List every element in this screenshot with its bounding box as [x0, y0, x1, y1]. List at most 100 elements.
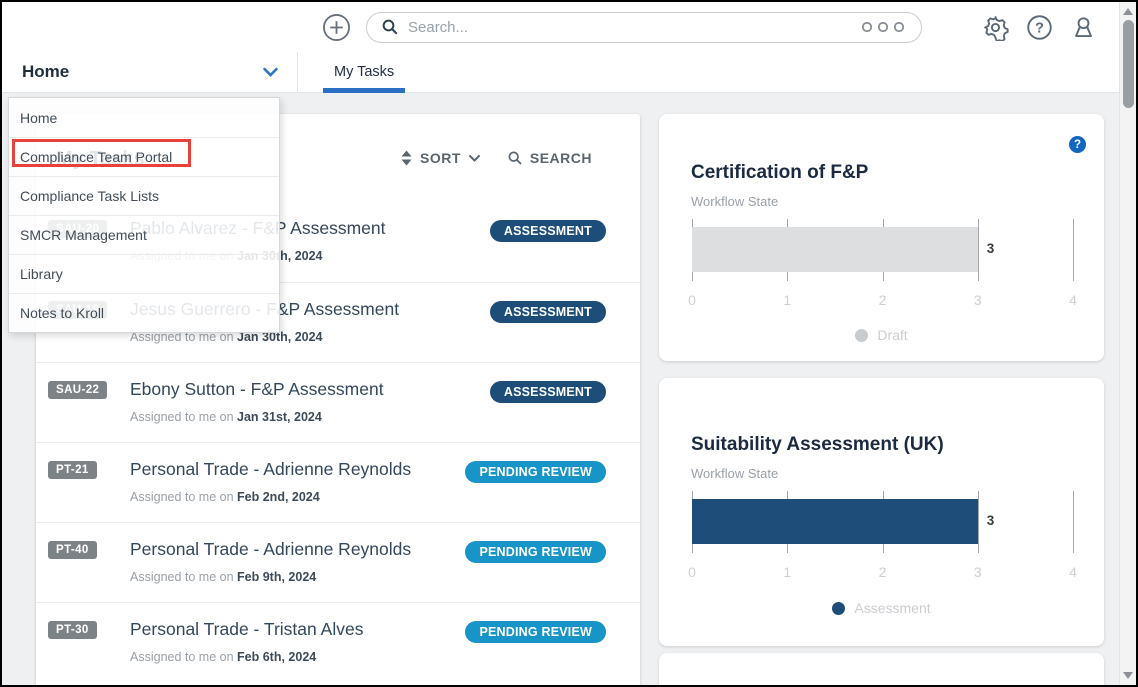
search-label: SEARCH: [530, 150, 592, 166]
status-badge: ASSESSMENT: [490, 220, 606, 242]
menu-item-library[interactable]: Library: [9, 254, 279, 293]
bar-chart-plot: 3: [692, 491, 1073, 553]
task-id-badge: SAU-22: [48, 381, 107, 399]
task-row[interactable]: PT-21 Personal Trade - Adrienne Reynolds…: [36, 442, 640, 522]
x-tick-label: 4: [1069, 564, 1077, 580]
chart-legend: Assessment: [659, 600, 1104, 616]
task-assigned-date: Feb 2nd, 2024: [237, 490, 320, 504]
axis-tick: [978, 491, 979, 553]
sort-chevron-down-icon: [468, 154, 481, 163]
sort-arrows-icon: [400, 150, 413, 166]
create-new-button[interactable]: [322, 13, 351, 42]
gear-icon: [982, 14, 1009, 41]
global-search-input[interactable]: Search...: [366, 12, 922, 43]
x-tick-label: 0: [688, 564, 696, 580]
search-icon: [381, 18, 399, 36]
help-button[interactable]: ?: [1026, 14, 1053, 41]
tab-my-tasks-label: My Tasks: [334, 64, 394, 80]
status-badge: PENDING REVIEW: [465, 541, 606, 563]
status-badge: PENDING REVIEW: [465, 621, 606, 643]
chart-subtitle: Workflow State: [691, 466, 778, 481]
chevron-down-icon: [262, 66, 279, 78]
bar-value-label: 3: [987, 513, 995, 528]
axis-tick: [1073, 219, 1074, 281]
x-tick-label: 4: [1069, 292, 1077, 308]
task-title: Personal Trade - Adrienne Reynolds: [130, 539, 411, 560]
more-options-icon: [859, 20, 907, 34]
x-tick-label: 0: [688, 292, 696, 308]
task-assigned-text: Assigned to me on Feb 6th, 2024: [130, 650, 316, 664]
search-control[interactable]: SEARCH: [507, 150, 592, 166]
menu-item-compliance-task-lists[interactable]: Compliance Task Lists: [9, 176, 279, 215]
list-search-icon: [507, 150, 523, 166]
nav-row: Home My Tasks: [2, 52, 1119, 93]
x-axis-labels: 0 1 2 3 4: [692, 564, 1073, 580]
top-bar: Search... ?: [2, 2, 1119, 52]
profile-button[interactable]: [1070, 14, 1097, 41]
user-icon: [1070, 14, 1097, 41]
advanced-search-button[interactable]: [859, 20, 907, 34]
chart-title: Certification of F&P: [691, 162, 868, 184]
menu-item-notes-to-kroll[interactable]: Notes to Kroll: [9, 293, 279, 332]
task-assigned-text: Assigned to me on Jan 31st, 2024: [130, 410, 322, 424]
legend-dot: [855, 329, 868, 342]
scroll-up-arrow-icon[interactable]: [1123, 8, 1133, 15]
task-assigned-text: Assigned to me on Feb 2nd, 2024: [130, 490, 320, 504]
x-tick-label: 2: [879, 564, 887, 580]
task-assigned-text: Assigned to me on Feb 9th, 2024: [130, 570, 316, 584]
task-id-badge: PT-40: [48, 541, 97, 559]
scroll-down-arrow-icon[interactable]: [1123, 672, 1133, 679]
axis-tick: [978, 219, 979, 281]
x-tick-label: 1: [783, 564, 791, 580]
bar-value-label: 3: [987, 241, 995, 256]
status-badge: PENDING REVIEW: [465, 461, 606, 483]
chart-card-suitability: Suitability Assessment (UK) Workflow Sta…: [659, 378, 1104, 646]
menu-item-home[interactable]: Home: [9, 98, 279, 137]
legend-dot: [832, 602, 845, 615]
legend-label: Assessment: [854, 600, 930, 616]
sort-label: SORT: [420, 150, 461, 166]
x-axis-labels: 0 1 2 3 4: [692, 292, 1073, 308]
x-tick-label: 3: [974, 564, 982, 580]
task-assigned-date: Feb 9th, 2024: [237, 570, 316, 584]
task-row[interactable]: SAU-22 Ebony Sutton - F&P Assessment Ass…: [36, 362, 640, 442]
sort-control[interactable]: SORT: [400, 150, 481, 166]
home-dropdown-label: Home: [22, 62, 69, 82]
x-tick-label: 1: [783, 292, 791, 308]
home-dropdown-trigger[interactable]: Home: [2, 52, 298, 92]
help-icon: ?: [1026, 14, 1053, 41]
search-placeholder: Search...: [408, 19, 859, 36]
chart-card-certification: ? Certification of F&P Workflow State 3 …: [659, 114, 1104, 361]
status-badge: ASSESSMENT: [490, 381, 606, 403]
task-title: Ebony Sutton - F&P Assessment: [130, 379, 384, 400]
task-title: Personal Trade - Tristan Alves: [130, 619, 363, 640]
plus-circle-icon: [322, 13, 351, 42]
legend-label: Draft: [877, 327, 907, 343]
task-assigned-date: Feb 6th, 2024: [237, 650, 316, 664]
bar: [692, 499, 978, 544]
task-assigned-date: Jan 31st, 2024: [237, 410, 322, 424]
chart-title: Suitability Assessment (UK): [691, 434, 944, 456]
task-row[interactable]: PT-30 Personal Trade - Tristan Alves Ass…: [36, 602, 640, 682]
settings-button[interactable]: [982, 14, 1009, 41]
task-id-badge: PT-30: [48, 621, 97, 639]
chart-help-icon[interactable]: ?: [1069, 136, 1086, 153]
bar: [692, 227, 978, 272]
scrollbar-thumb[interactable]: [1123, 20, 1134, 108]
task-id-badge: PT-21: [48, 461, 97, 479]
menu-item-smcr-management[interactable]: SMCR Management: [9, 215, 279, 254]
svg-text:?: ?: [1035, 20, 1044, 36]
home-dropdown-menu: Home Compliance Team Portal Compliance T…: [8, 97, 280, 333]
chart-subtitle: Workflow State: [691, 194, 778, 209]
x-tick-label: 3: [974, 292, 982, 308]
chart-legend: Draft: [659, 327, 1104, 343]
tab-my-tasks[interactable]: My Tasks: [323, 52, 405, 92]
chart-card-partial: [659, 653, 1104, 685]
axis-tick: [1073, 491, 1074, 553]
vertical-scrollbar[interactable]: [1119, 2, 1136, 685]
task-row[interactable]: PT-40 Personal Trade - Adrienne Reynolds…: [36, 522, 640, 602]
menu-item-compliance-team-portal[interactable]: Compliance Team Portal: [9, 137, 279, 176]
task-title: Personal Trade - Adrienne Reynolds: [130, 459, 411, 480]
status-badge: ASSESSMENT: [490, 301, 606, 323]
bar-chart-plot: 3: [692, 219, 1073, 281]
